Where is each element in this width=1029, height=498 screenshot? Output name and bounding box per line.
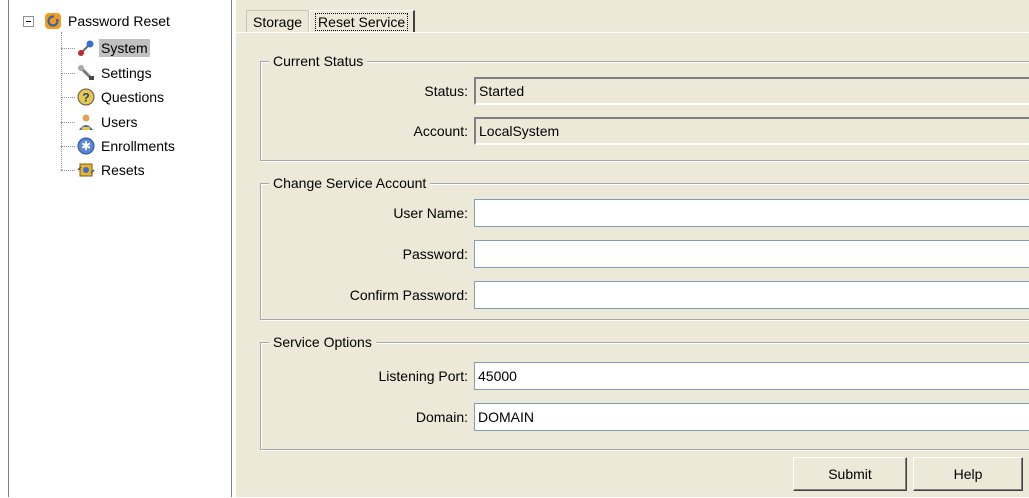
- tree-item-users[interactable]: Users: [61, 111, 140, 133]
- tab-label: Reset Service: [315, 13, 409, 31]
- current-status-group: Current Status Status: Account:: [260, 53, 1029, 161]
- group-title: Change Service Account: [269, 175, 431, 191]
- group-title: Current Status: [269, 53, 368, 69]
- tab-strip: Storage Reset Service: [246, 10, 416, 33]
- collapse-toggle-icon[interactable]: [23, 15, 34, 27]
- service-options-group: Service Options Listening Port: Domain:: [260, 334, 1029, 450]
- help-button[interactable]: Help: [913, 457, 1023, 491]
- status-field: [474, 77, 1029, 105]
- tree-item-label: Enrollments: [101, 138, 175, 154]
- account-field: [474, 117, 1029, 145]
- confirm-password-field[interactable]: [474, 281, 1029, 309]
- listening-port-label: Listening Port:: [378, 368, 469, 384]
- domain-label: Domain:: [415, 409, 468, 425]
- password-reset-icon: [45, 13, 61, 29]
- change-service-account-group: Change Service Account User Name: Passwo…: [260, 175, 1029, 320]
- reset-service-panel: Storage Reset Service Current Status Sta…: [236, 0, 1029, 497]
- password-field[interactable]: [474, 240, 1029, 268]
- tab-storage[interactable]: Storage: [246, 10, 310, 33]
- tree-item-settings[interactable]: Settings: [61, 62, 154, 84]
- tree-item-label: Resets: [101, 162, 145, 178]
- tree-item-enrollments[interactable]: ✱ Enrollments: [61, 135, 177, 157]
- tree-item-label: Questions: [101, 89, 165, 105]
- tree-item-label: Settings: [101, 65, 152, 81]
- listening-port-field[interactable]: [474, 362, 1029, 390]
- tree-item-resets[interactable]: Resets: [61, 159, 147, 181]
- enrollment-icon: ✱: [77, 137, 95, 155]
- group-title: Service Options: [269, 334, 376, 350]
- resets-icon: [77, 163, 95, 177]
- tree-root-label: Password Reset: [68, 13, 170, 29]
- username-field[interactable]: [474, 199, 1029, 227]
- system-icon: [78, 40, 94, 56]
- tab-reset-service[interactable]: Reset Service: [309, 10, 416, 33]
- tab-label: Storage: [253, 14, 303, 30]
- question-icon: ?: [77, 88, 95, 106]
- svg-text:✱: ✱: [81, 139, 91, 153]
- wrench-icon: [78, 65, 94, 80]
- domain-field[interactable]: [474, 403, 1029, 431]
- svg-text:?: ?: [82, 91, 89, 105]
- tree-item-label: System: [99, 39, 150, 57]
- submit-button[interactable]: Submit: [793, 457, 907, 491]
- password-label: Password:: [402, 246, 468, 262]
- tree-item-system[interactable]: System: [61, 37, 150, 59]
- navigation-tree: Password Reset System Settings ? Questio…: [8, 0, 232, 497]
- tree-item-label: Users: [101, 114, 138, 130]
- confirm-password-label: Confirm Password:: [349, 287, 468, 303]
- account-label: Account:: [413, 123, 468, 139]
- tab-content: Current Status Status: Account: Change S…: [236, 32, 1029, 498]
- user-icon: [79, 114, 93, 130]
- status-label: Status:: [424, 83, 468, 99]
- tree-root-password-reset[interactable]: Password Reset: [23, 10, 170, 32]
- username-label: User Name:: [393, 205, 468, 221]
- tree-item-questions[interactable]: ? Questions: [61, 86, 166, 108]
